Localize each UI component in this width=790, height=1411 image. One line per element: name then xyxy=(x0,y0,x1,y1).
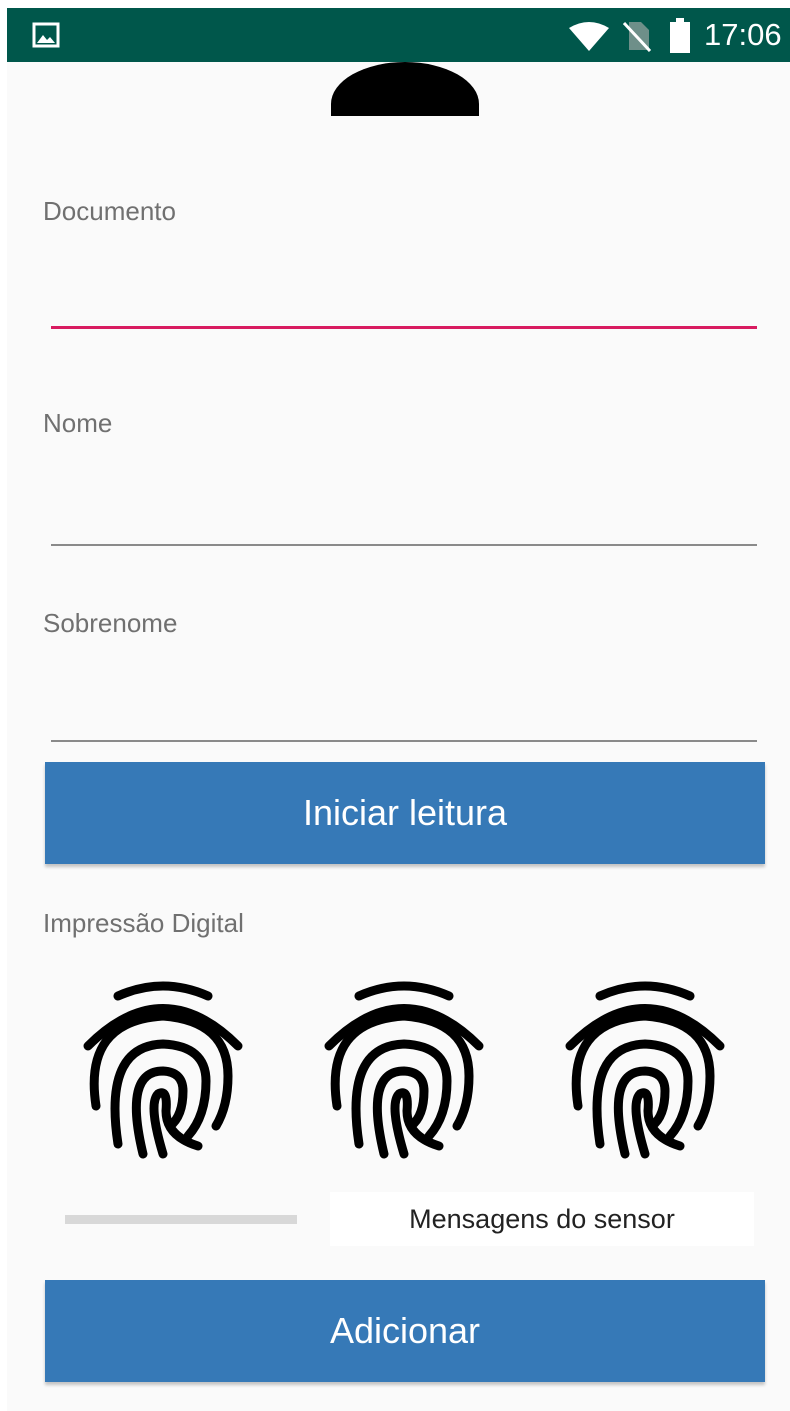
fingerprint-icon[interactable] xyxy=(560,976,730,1166)
fingerprint-icon[interactable] xyxy=(78,976,248,1166)
fingerprint-icon[interactable] xyxy=(319,976,489,1166)
sensor-progress-bar xyxy=(65,1215,297,1224)
documento-underline xyxy=(51,326,757,329)
nome-input[interactable] xyxy=(51,492,757,538)
nome-label: Nome xyxy=(43,408,113,438)
camera-notch xyxy=(331,62,479,116)
add-button[interactable]: Adicionar xyxy=(45,1280,765,1382)
status-bar: 17:06 xyxy=(7,8,790,62)
documento-input[interactable] xyxy=(51,276,757,322)
wifi-icon xyxy=(569,22,609,51)
image-notification-icon xyxy=(32,22,60,48)
nome-underline xyxy=(51,544,757,546)
sobrenome-input[interactable] xyxy=(51,688,757,734)
sobrenome-underline xyxy=(51,740,757,742)
no-sim-icon xyxy=(623,21,651,52)
fingerprint-section-label: Impressão Digital xyxy=(43,908,244,938)
start-reading-button[interactable]: Iniciar leitura xyxy=(45,762,765,864)
battery-icon xyxy=(670,18,690,53)
app-screen: 17:06 Documento Nome Sobrenome Iniciar l… xyxy=(7,8,790,1411)
sensor-messages: Mensagens do sensor xyxy=(330,1192,754,1246)
status-clock: 17:06 xyxy=(704,17,782,52)
documento-label: Documento xyxy=(43,196,176,226)
sobrenome-label: Sobrenome xyxy=(43,608,178,638)
